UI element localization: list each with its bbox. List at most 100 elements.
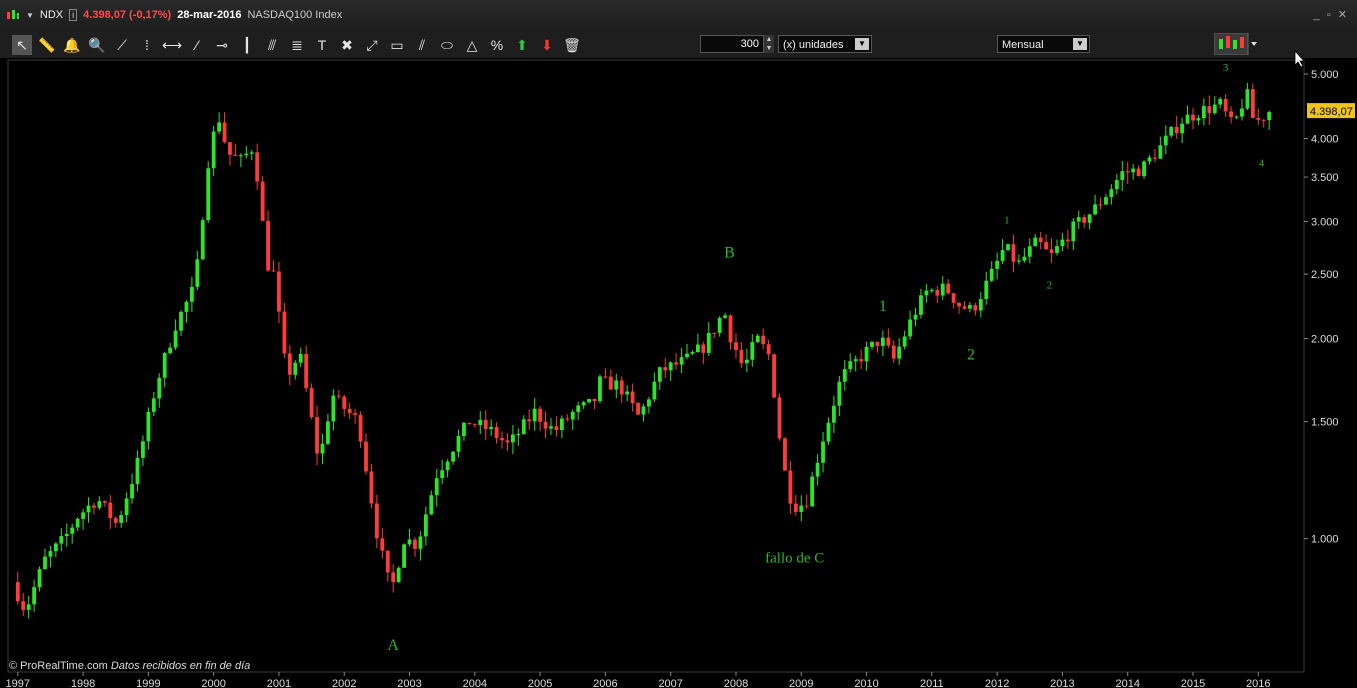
price-chart[interactable]: 1.000 1.500 2.000 2.500 3.000 3.500 4.000 5.000… xyxy=(0,0,1357,688)
rectangle-icon[interactable]: ▭ xyxy=(387,35,407,55)
units-input[interactable]: 300 xyxy=(700,35,764,53)
candle-body xyxy=(43,556,47,570)
candle-body xyxy=(940,283,945,296)
candle-body xyxy=(217,122,222,132)
candle-body xyxy=(750,342,755,360)
candle-body xyxy=(1060,239,1065,247)
x-tick-label: 2006 xyxy=(593,678,617,688)
candle-body xyxy=(358,414,363,442)
candle-body xyxy=(957,302,961,307)
horizontal-segment-icon[interactable]: ⟷ xyxy=(162,35,182,55)
candle-body xyxy=(391,572,396,583)
candle-body xyxy=(1153,157,1157,159)
candle-body xyxy=(777,397,782,439)
candle-body xyxy=(75,518,80,528)
data-note: Datos recibidos en fin de día xyxy=(110,660,251,672)
horizontal-line-icon[interactable]: ⊸ xyxy=(212,35,232,55)
candle-body xyxy=(32,587,37,605)
line-icon[interactable]: ⟋ xyxy=(112,35,132,55)
candle-body xyxy=(222,122,227,143)
candle-body xyxy=(124,498,129,515)
candle-body xyxy=(739,350,744,364)
candle-body xyxy=(657,367,662,382)
y-tick-label: 1.500 xyxy=(1311,417,1339,429)
x-tick-label: 2001 xyxy=(267,678,291,688)
chevron-down-icon: ▼ xyxy=(855,38,869,50)
alarm-bell-icon[interactable]: 🔔 xyxy=(62,35,82,55)
triangle-icon[interactable]: △ xyxy=(462,35,482,55)
y-axis: 1.000 1.500 2.000 2.500 3.000 3.500 4.000 5.000 xyxy=(1304,69,1339,546)
channel-icon[interactable]: ⫽ xyxy=(412,35,432,55)
window-titlebar[interactable]: ▼ NDX i 4.398,07 (-0,17%) 28-mar-2016 NA… xyxy=(0,0,1357,33)
wave-label: fallo de C xyxy=(765,551,824,567)
ruler-icon[interactable]: 📏 xyxy=(37,35,57,55)
info-icon[interactable]: i xyxy=(69,9,78,21)
vertical-marker-icon[interactable]: ┃ xyxy=(237,35,257,55)
fibonacci-retracement-icon[interactable]: ≣ xyxy=(287,35,307,55)
up-arrow-icon[interactable]: ⬆ xyxy=(512,35,532,55)
candle-body xyxy=(1022,256,1027,261)
candle-body xyxy=(1256,117,1261,120)
candle-body xyxy=(717,317,722,333)
candle-body xyxy=(668,362,673,371)
candle-body xyxy=(614,380,619,390)
percent-icon[interactable]: % xyxy=(487,35,507,55)
candle-body xyxy=(1218,98,1223,105)
candle-body xyxy=(527,419,532,422)
candle-body xyxy=(157,377,162,399)
text-icon[interactable]: T xyxy=(312,35,332,55)
units-select[interactable]: (x) unidades ▼ xyxy=(778,35,872,53)
candle-body xyxy=(619,380,624,395)
candle-body xyxy=(266,220,270,271)
wave-label: 3 xyxy=(1223,62,1229,74)
candle-body xyxy=(505,440,510,443)
candle-body xyxy=(483,419,488,430)
candle-body xyxy=(761,335,766,345)
candle-body xyxy=(108,502,113,519)
tools-icon[interactable]: ✖ xyxy=(337,35,357,55)
plot-area[interactable] xyxy=(7,59,1305,673)
candle-body xyxy=(532,408,537,422)
trash-icon[interactable]: 🗑 xyxy=(562,35,582,55)
chevron-down-icon: ▼ xyxy=(1073,38,1087,50)
candle-body xyxy=(260,181,265,221)
down-arrow-icon[interactable]: ⬇ xyxy=(537,35,557,55)
candle-body xyxy=(886,337,891,346)
candle-body xyxy=(902,336,907,347)
candle-body xyxy=(92,505,96,508)
candle-body xyxy=(59,536,64,544)
window-controls[interactable]: _ ▫ ✕ xyxy=(1314,8,1349,21)
candle-body xyxy=(1245,89,1250,109)
candle-body xyxy=(1076,217,1081,222)
period-select[interactable]: Mensual ▼ xyxy=(997,35,1090,53)
candle-body xyxy=(984,280,989,300)
drawing-toolbar: ↖ 📏 🔔 🔍 ⟋ ⁞ ⟷ ⁄ ⊸ ┃ ⫻ ≣ T ✖ ⤢ ▭ ⫽ ⬭ △% ⬆ ⬇ 🗑 xyxy=(0,32,1357,59)
arrow-icon[interactable]: ⤢ xyxy=(362,35,382,55)
dropdown-arrow-icon[interactable]: ▼ xyxy=(26,11,34,20)
vertical-line-icon[interactable]: ⁞ xyxy=(137,35,157,55)
candle-body xyxy=(826,422,831,442)
chart-style-button[interactable] xyxy=(1213,32,1260,56)
candle-body xyxy=(1082,217,1087,223)
candle-body xyxy=(1267,112,1272,121)
candle-body xyxy=(685,353,689,358)
wave-label: B xyxy=(724,244,735,261)
units-spinner[interactable]: ▲ ▼ xyxy=(764,35,774,53)
candle-body xyxy=(1131,168,1136,173)
x-tick-label: 2015 xyxy=(1181,678,1205,688)
ticker-symbol: NDX xyxy=(39,9,64,21)
ellipse-icon[interactable]: ⬭ xyxy=(437,35,457,55)
candle-body xyxy=(630,391,635,404)
zoom-icon[interactable]: 🔍 xyxy=(87,35,107,55)
candle-body xyxy=(804,505,809,507)
fibonacci-fan-icon[interactable]: ⫻ xyxy=(262,35,282,55)
candle-body xyxy=(233,154,238,156)
candle-body xyxy=(712,332,717,334)
candle-body xyxy=(848,361,853,370)
candle-body xyxy=(1114,180,1119,190)
candle-body xyxy=(162,352,167,378)
trendline-icon[interactable]: ⁄ xyxy=(187,35,207,55)
pointer-icon[interactable]: ↖ xyxy=(12,35,32,55)
units-select-label: (x) unidades xyxy=(783,39,844,51)
candle-body xyxy=(695,344,700,353)
